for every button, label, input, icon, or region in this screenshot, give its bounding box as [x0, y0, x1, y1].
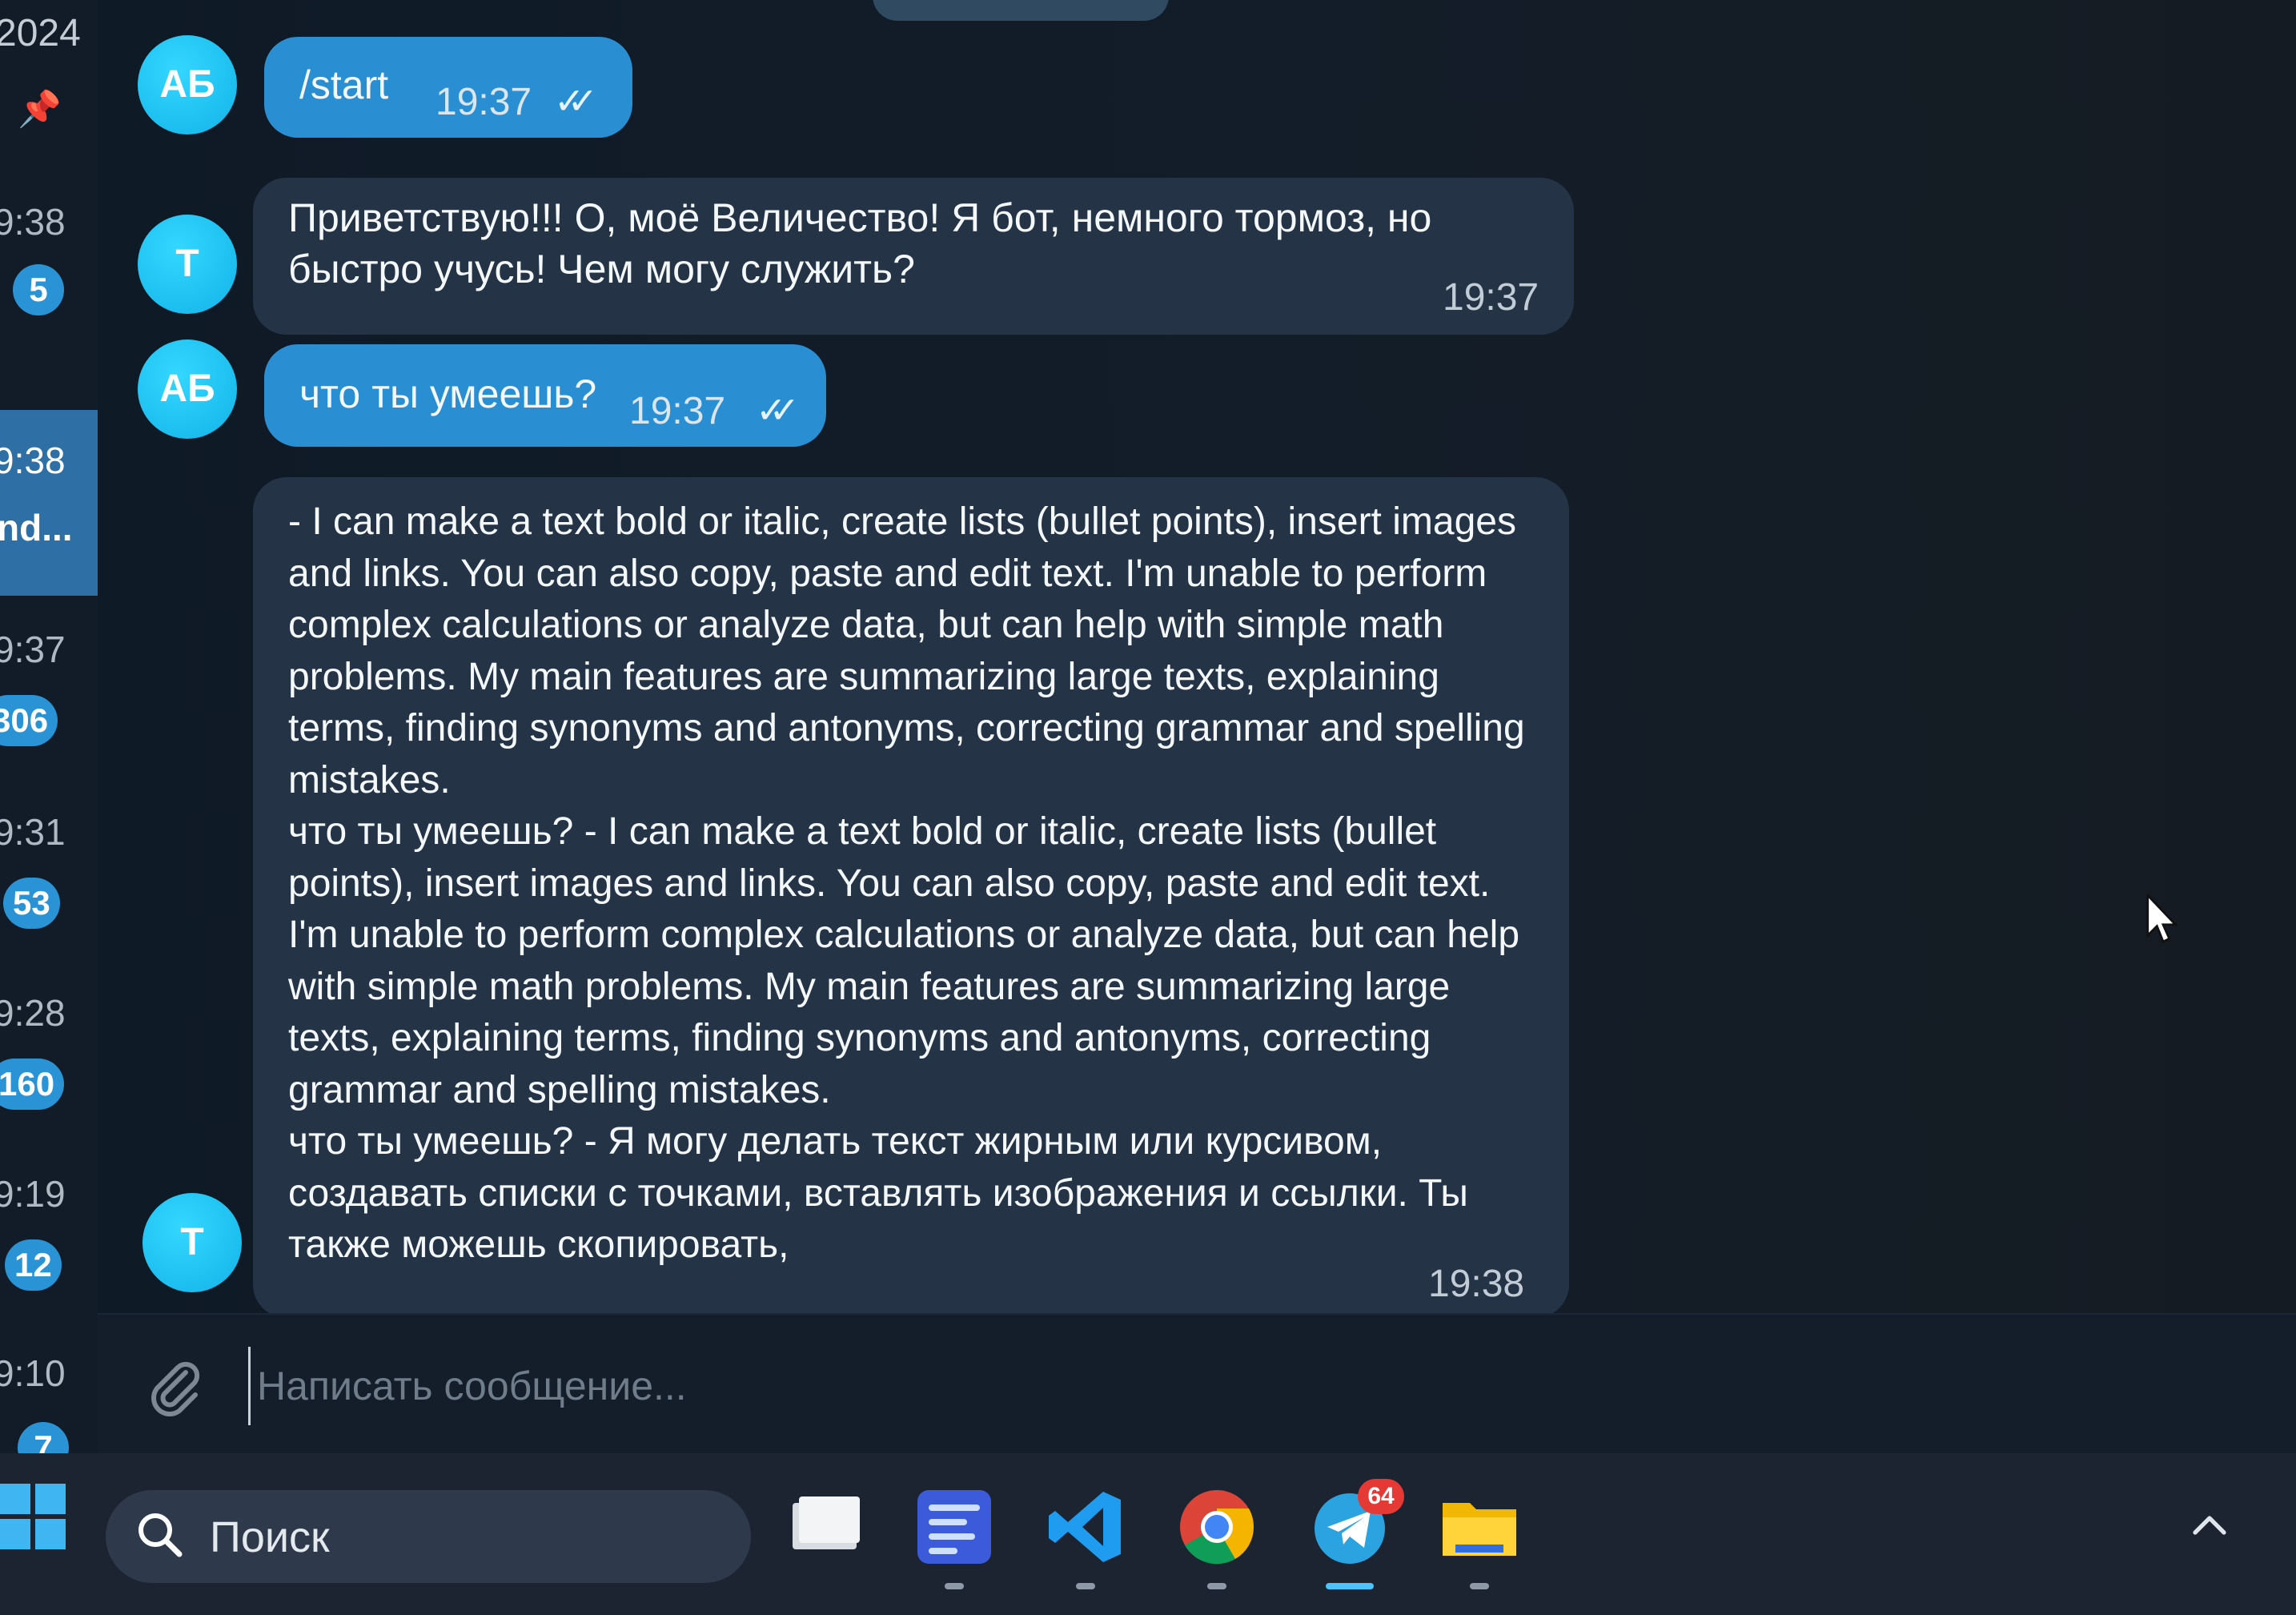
chrome-icon[interactable] — [1175, 1485, 1258, 1589]
unread-badge: 5 — [13, 264, 64, 315]
notification-badge: 64 — [1358, 1479, 1404, 1514]
double-check-icon: ✓✓ — [554, 80, 598, 122]
avatar[interactable]: Т — [142, 1193, 242, 1292]
folder-icon[interactable] — [1438, 1485, 1521, 1589]
chat-preview: nd... — [0, 507, 73, 548]
unread-badge: 53 — [3, 878, 60, 929]
running-indicator — [1076, 1583, 1095, 1589]
message-text: /start — [299, 62, 389, 107]
avatar[interactable]: АБ — [138, 339, 237, 439]
chat-time: 9:19 — [0, 1173, 66, 1215]
chat-area: АБ /start 19:37 ✓✓ Т Приветствую!!! О, м… — [98, 0, 2296, 1453]
message-bubble-incoming[interactable]: - I can make a text bold or italic, crea… — [253, 477, 1569, 1318]
avatar[interactable]: Т — [138, 215, 237, 314]
chevron-up-icon[interactable] — [2186, 1501, 2234, 1549]
windows-start-icon[interactable] — [0, 1484, 67, 1551]
message-time: 19:38 — [1428, 1263, 1525, 1305]
file-icon[interactable] — [785, 1485, 868, 1569]
search-label: Поиск — [210, 1513, 330, 1561]
unread-badge: 7 — [18, 1422, 69, 1453]
message-bubble-outgoing[interactable]: что ты умеешь? 19:37 ✓✓ — [264, 344, 826, 447]
chat-time: 9:38 — [0, 440, 66, 481]
message-time: 19:37 — [436, 81, 532, 123]
chat-time: 9:28 — [0, 992, 66, 1034]
message-text: что ты умеешь? — [299, 372, 597, 416]
chat-time: 9:37 — [0, 629, 66, 670]
chat-list-item[interactable]: 9:38 5 — [0, 200, 98, 344]
search-icon — [138, 1513, 183, 1557]
vscode-icon[interactable] — [1044, 1485, 1127, 1589]
chat-date: 2024 — [0, 12, 81, 54]
chat-list-sidebar: 2024 📌 9:38 5 9:38 nd... 9:37 306 9:31 5… — [0, 0, 98, 1453]
pin-icon: 📌 — [18, 90, 62, 129]
chat-time: 9:31 — [0, 811, 66, 853]
message-text: Приветствую!!! О, моё Величество! Я бот,… — [288, 195, 1443, 291]
message-time: 19:37 — [629, 390, 726, 432]
avatar[interactable]: АБ — [138, 35, 237, 135]
running-indicator — [1207, 1583, 1226, 1589]
chat-list-item[interactable]: 9:28 160 — [0, 991, 98, 1135]
unread-badge: 12 — [5, 1239, 62, 1291]
running-indicator — [945, 1583, 964, 1589]
message-text: - I can make a text bold or italic, crea… — [288, 500, 1525, 1266]
unread-badge: 160 — [0, 1059, 65, 1110]
telegram-icon[interactable]: 64 — [1308, 1479, 1404, 1589]
mouse-cursor-icon — [2146, 894, 2178, 944]
chat-list-item-active[interactable]: 9:38 nd... — [0, 410, 98, 596]
chat-time: 9:38 — [0, 201, 66, 243]
taskbar: Поиск 64 — [0, 1453, 2296, 1615]
text-editor-icon[interactable] — [913, 1485, 996, 1589]
chat-time: 9:10 — [0, 1352, 66, 1394]
chat-list-item[interactable]: 9:10 7 — [0, 1352, 98, 1453]
unread-badge: 306 — [0, 695, 58, 746]
message-bubble-incoming[interactable]: Приветствую!!! О, моё Величество! Я бот,… — [253, 178, 1574, 335]
message-input[interactable] — [248, 1347, 2180, 1425]
running-indicator — [1470, 1583, 1489, 1589]
taskbar-search[interactable]: Поиск — [106, 1490, 751, 1583]
date-pill — [873, 0, 1169, 21]
chat-list-item[interactable]: 9:19 12 — [0, 1172, 98, 1316]
paperclip-icon[interactable] — [142, 1353, 207, 1417]
message-time: 19:37 — [1443, 276, 1539, 319]
chat-list-item[interactable]: 9:37 306 — [0, 628, 98, 772]
message-bubble-outgoing[interactable]: /start 19:37 ✓✓ — [264, 37, 632, 138]
active-indicator — [1326, 1583, 1374, 1589]
message-composer — [98, 1313, 2296, 1455]
chat-list-item[interactable]: 9:31 53 — [0, 810, 98, 954]
double-check-icon: ✓✓ — [756, 389, 800, 431]
